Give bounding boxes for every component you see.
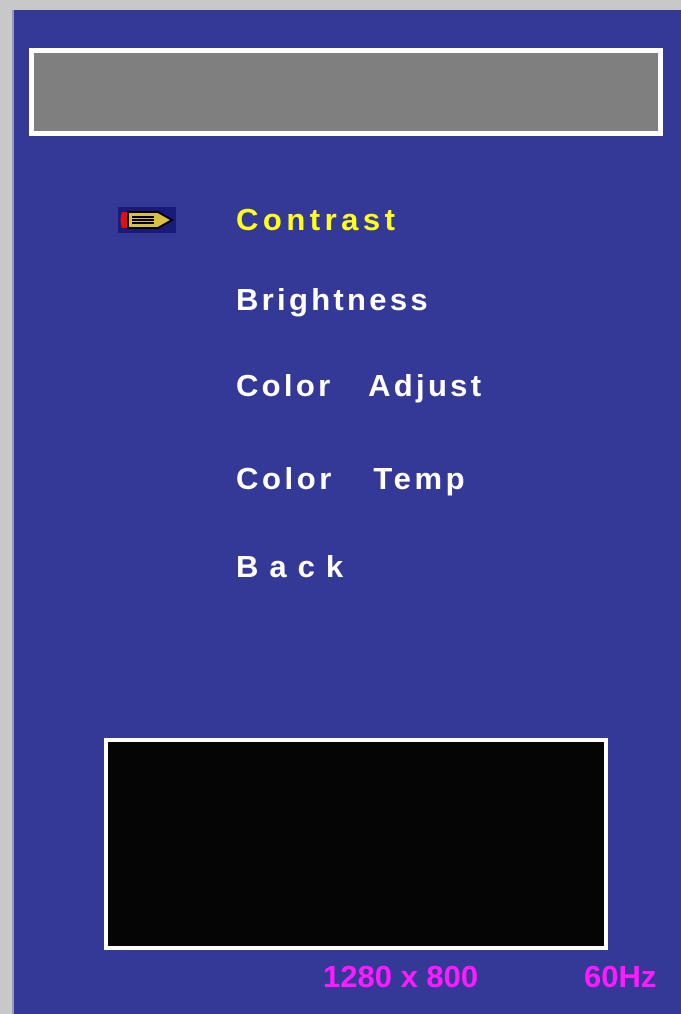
menu-item-brightness[interactable]: Brightness [236, 284, 431, 315]
preview-box [104, 738, 608, 950]
menu-item-back[interactable]: Back [236, 551, 354, 582]
menu-item-color-adjust[interactable]: Color Adjust [236, 370, 484, 401]
menu-item-color-temp[interactable]: Color Temp [236, 463, 468, 494]
menu-item-contrast[interactable]: Contrast [236, 204, 399, 235]
refresh-rate-readout: 60Hz [584, 959, 657, 994]
pencil-pointer-icon [118, 207, 176, 233]
osd-menu-panel: Contrast Brightness Color Adjust Color T… [12, 10, 681, 1014]
resolution-readout: 1280 x 800 [323, 959, 479, 994]
title-bar [29, 48, 663, 136]
